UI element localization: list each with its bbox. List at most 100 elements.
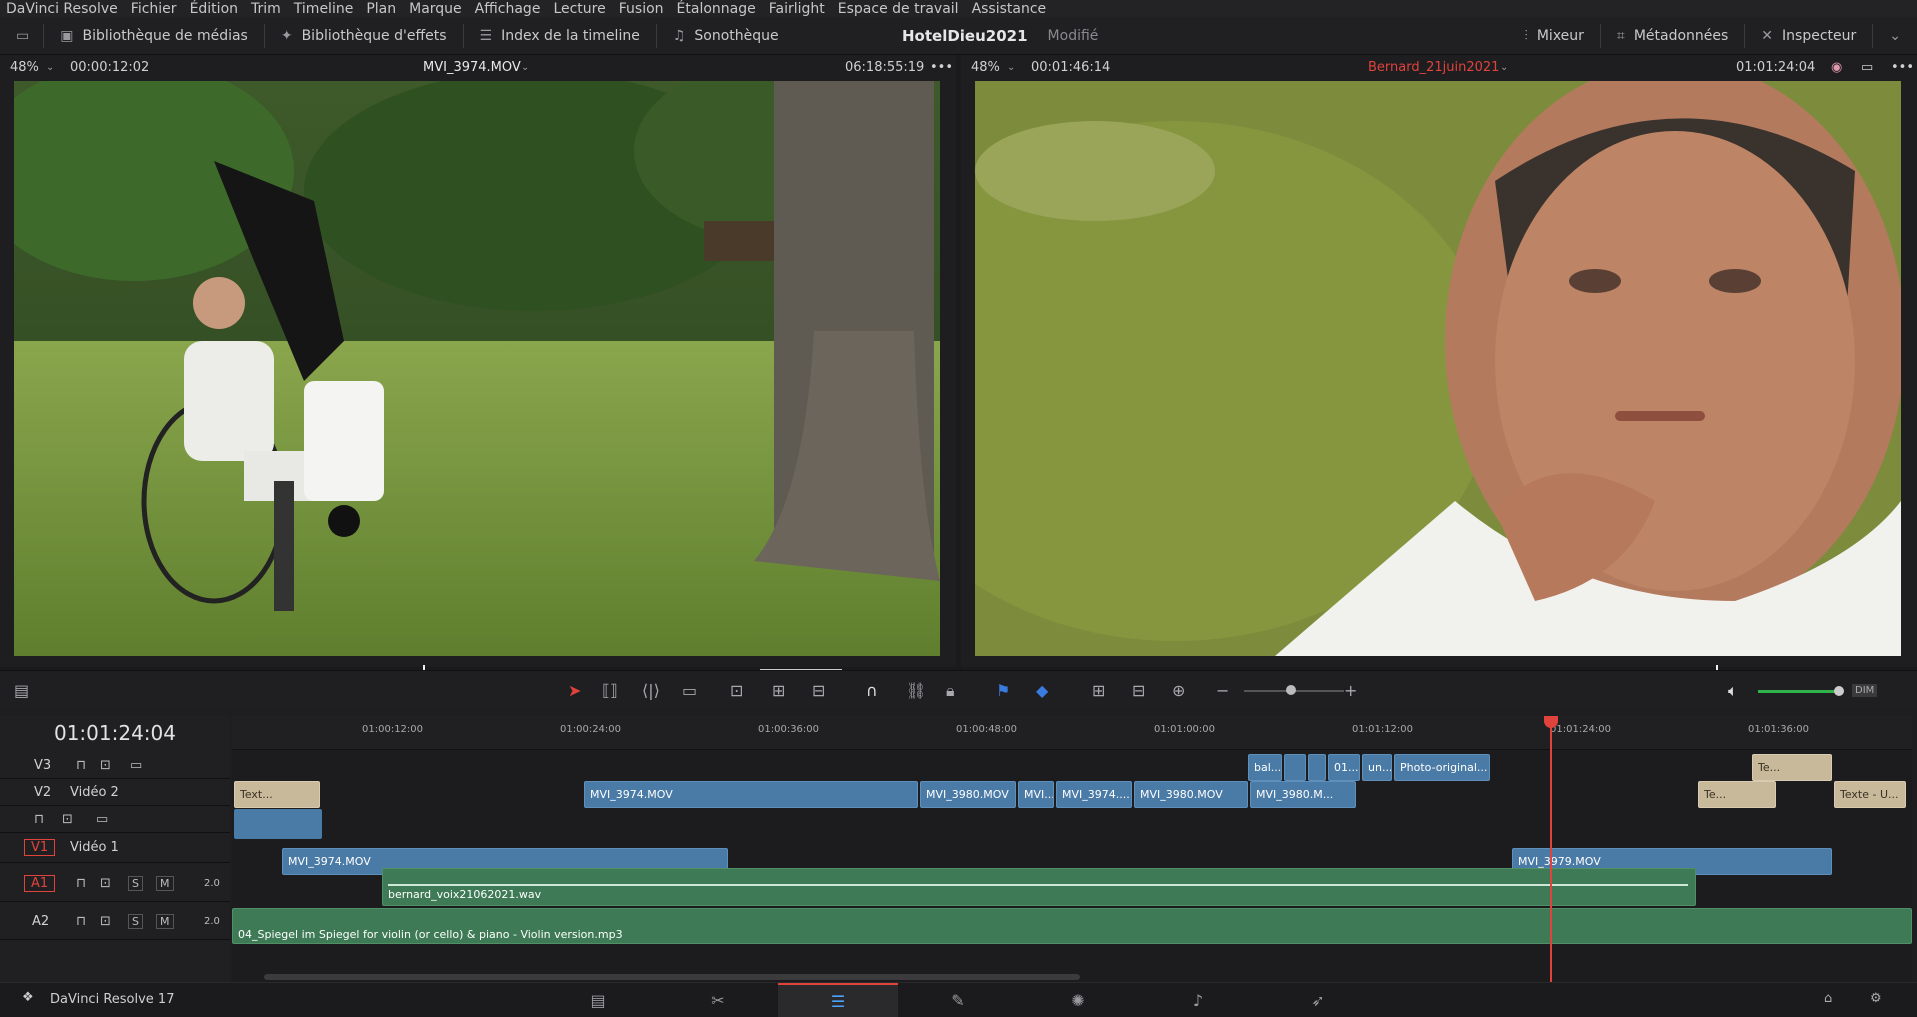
timeline-view-options-icon[interactable]: ▤ [14,681,29,700]
auto-select-icon[interactable]: ⊡ [100,758,111,773]
audio-clip[interactable]: bernard_voix21062021.wav [382,868,1696,906]
track-id[interactable]: V1 [24,839,56,856]
sound-library-button[interactable]: ♫ Sonothèque [657,17,795,55]
fusion-page-icon[interactable]: ✎ [898,983,1018,1017]
menu-fairlight[interactable]: Fairlight [763,1,832,17]
timeline-clip[interactable]: MVI_3980.M... [1250,781,1356,808]
dynamic-trim-icon[interactable]: ⟨|⟩ [642,681,660,700]
zoom-in-icon[interactable]: + [1344,681,1357,700]
timeline-clip[interactable]: MVI... [1018,781,1054,808]
timeline-clip[interactable] [1308,754,1326,781]
lock-icon[interactable]: 🔒︎ [946,681,955,701]
replace-clip-icon[interactable]: ⊟ [812,681,825,700]
edit-page-icon[interactable]: ☰ [778,983,898,1017]
overwrite-clip-icon[interactable]: ⊞ [772,681,785,700]
timeline-index-button[interactable]: ☰ Index de la timeline [464,17,656,55]
mixer-button[interactable]: ⫶ Mixeur [1508,17,1600,55]
panel-toggle-button[interactable]: ▭ [0,17,43,55]
trim-tool-icon[interactable]: ⟦⟧ [602,681,618,700]
more-options-icon[interactable]: ••• [1891,60,1914,75]
menu-plan[interactable]: Plan [360,1,403,17]
snapping-icon[interactable]: ∩ [866,681,878,700]
timeline-name[interactable]: Bernard_21juin2021 [1368,60,1499,75]
program-video-frame[interactable] [975,81,1901,656]
timeline-clip[interactable]: 01... [1328,754,1360,781]
chevron-down-icon[interactable]: ⌄ [521,62,529,73]
fairlight-page-icon[interactable]: ♪ [1138,983,1258,1017]
timeline-clip[interactable]: MVI_3974.... [1056,781,1132,808]
zoom-select[interactable]: 48% [971,60,1000,75]
expand-button[interactable]: ⌄ [1873,17,1917,55]
zoom-custom-icon[interactable]: ⊕ [1172,681,1185,700]
zoom-out-icon[interactable]: − [1216,681,1229,700]
mute-button[interactable]: M [156,914,174,929]
home-icon[interactable]: ⌂ [1824,991,1832,1006]
timeline-clip[interactable]: un... [1362,754,1392,781]
inspector-button[interactable]: ✕ Inspecteur [1745,17,1872,55]
track-id[interactable]: A2 [32,914,49,929]
color-wheel-icon[interactable]: ◉ [1831,60,1842,75]
volume-slider-handle[interactable] [1834,686,1844,696]
timeline-clip[interactable]: bal... [1248,754,1282,781]
auto-select-icon[interactable]: ⊡ [100,914,111,929]
color-page-icon[interactable]: ✺ [1018,983,1138,1017]
volume-slider[interactable] [1758,690,1838,693]
deliver-page-icon[interactable]: ➶ [1258,983,1378,1017]
menu-timeline[interactable]: Timeline [288,1,361,17]
timeline-clip[interactable]: MVI_3980.MOV [1134,781,1248,808]
media-page-icon[interactable]: ▤ [538,983,658,1017]
timeline-clip-block[interactable] [234,809,322,839]
solo-button[interactable]: S [128,876,143,891]
menu-etalonnage[interactable]: Étalonnage [671,1,763,17]
menu-marque[interactable]: Marque [403,1,469,17]
marker-icon[interactable]: ◆ [1036,681,1048,700]
menu-assistance[interactable]: Assistance [966,1,1054,17]
selection-tool-icon[interactable]: ➤ [568,681,581,700]
zoom-full-icon[interactable]: ⊞ [1092,681,1105,700]
auto-select-icon[interactable]: ⊡ [100,876,111,891]
title-clip[interactable]: Te... [1698,781,1776,808]
track-visible-icon[interactable]: ▭ [96,812,108,827]
menu-fusion[interactable]: Fusion [613,1,671,17]
source-clip-name[interactable]: MVI_3974.MOV [423,60,521,75]
timeline-clip[interactable]: MVI_3980.MOV [920,781,1016,808]
speaker-icon[interactable]: 🔈︎ [1728,681,1738,701]
chevron-down-icon[interactable]: ⌄ [46,62,54,73]
title-clip[interactable]: Texte - U... [1834,781,1906,808]
insert-clip-icon[interactable]: ⊡ [730,681,743,700]
chevron-down-icon[interactable]: ⌄ [1007,62,1015,73]
zoom-slider-handle[interactable] [1286,685,1296,695]
media-pool-button[interactable]: ▣ Bibliothèque de médias [44,17,264,55]
zoom-detail-icon[interactable]: ⊟ [1132,681,1145,700]
dim-button[interactable]: DIM [1852,684,1878,697]
menu-trim[interactable]: Trim [245,1,288,17]
timeline-clip[interactable] [1284,754,1306,781]
blade-tool-icon[interactable]: ▭ [682,681,697,700]
timeline-timecode[interactable]: 01:01:24:04 [54,721,176,745]
viewer-layout-icon[interactable]: ▭ [1861,60,1873,75]
audio-clip[interactable]: 04_Spiegel im Spiegel for violin (or cel… [232,908,1912,944]
flag-icon[interactable]: ⚑ [996,681,1010,700]
mute-button[interactable]: M [156,876,174,891]
track-name[interactable]: Vidéo 2 [70,785,119,800]
lock-icon[interactable]: ⊓ [76,876,86,891]
cut-page-icon[interactable]: ✂ [658,983,778,1017]
more-options-icon[interactable]: ••• [930,60,953,75]
title-clip[interactable]: Te... [1752,754,1832,781]
menu-davinci[interactable]: DaVinci Resolve [0,1,125,17]
track-name[interactable]: Vidéo 1 [70,840,119,855]
menu-workspace[interactable]: Espace de travail [832,1,966,17]
menu-edition[interactable]: Édition [184,1,245,17]
metadata-button[interactable]: ⌗ Métadonnées [1601,17,1744,55]
effects-library-button[interactable]: ✦ Bibliothèque d'effets [265,17,463,55]
menu-fichier[interactable]: Fichier [125,1,184,17]
menu-lecture[interactable]: Lecture [547,1,612,17]
zoom-select[interactable]: 48% [10,60,39,75]
timeline-tracks-area[interactable]: 01:00:12:00 01:00:24:00 01:00:36:00 01:0… [232,716,1912,982]
timeline-clip[interactable]: Photo-original... [1394,754,1490,781]
timeline-clip[interactable]: MVI_3974.MOV [584,781,918,808]
auto-select-icon[interactable]: ⊡ [62,812,73,827]
title-clip[interactable]: Text... [234,781,320,808]
settings-gear-icon[interactable]: ⚙ [1870,991,1882,1006]
lock-icon[interactable]: ⊓ [34,812,44,827]
